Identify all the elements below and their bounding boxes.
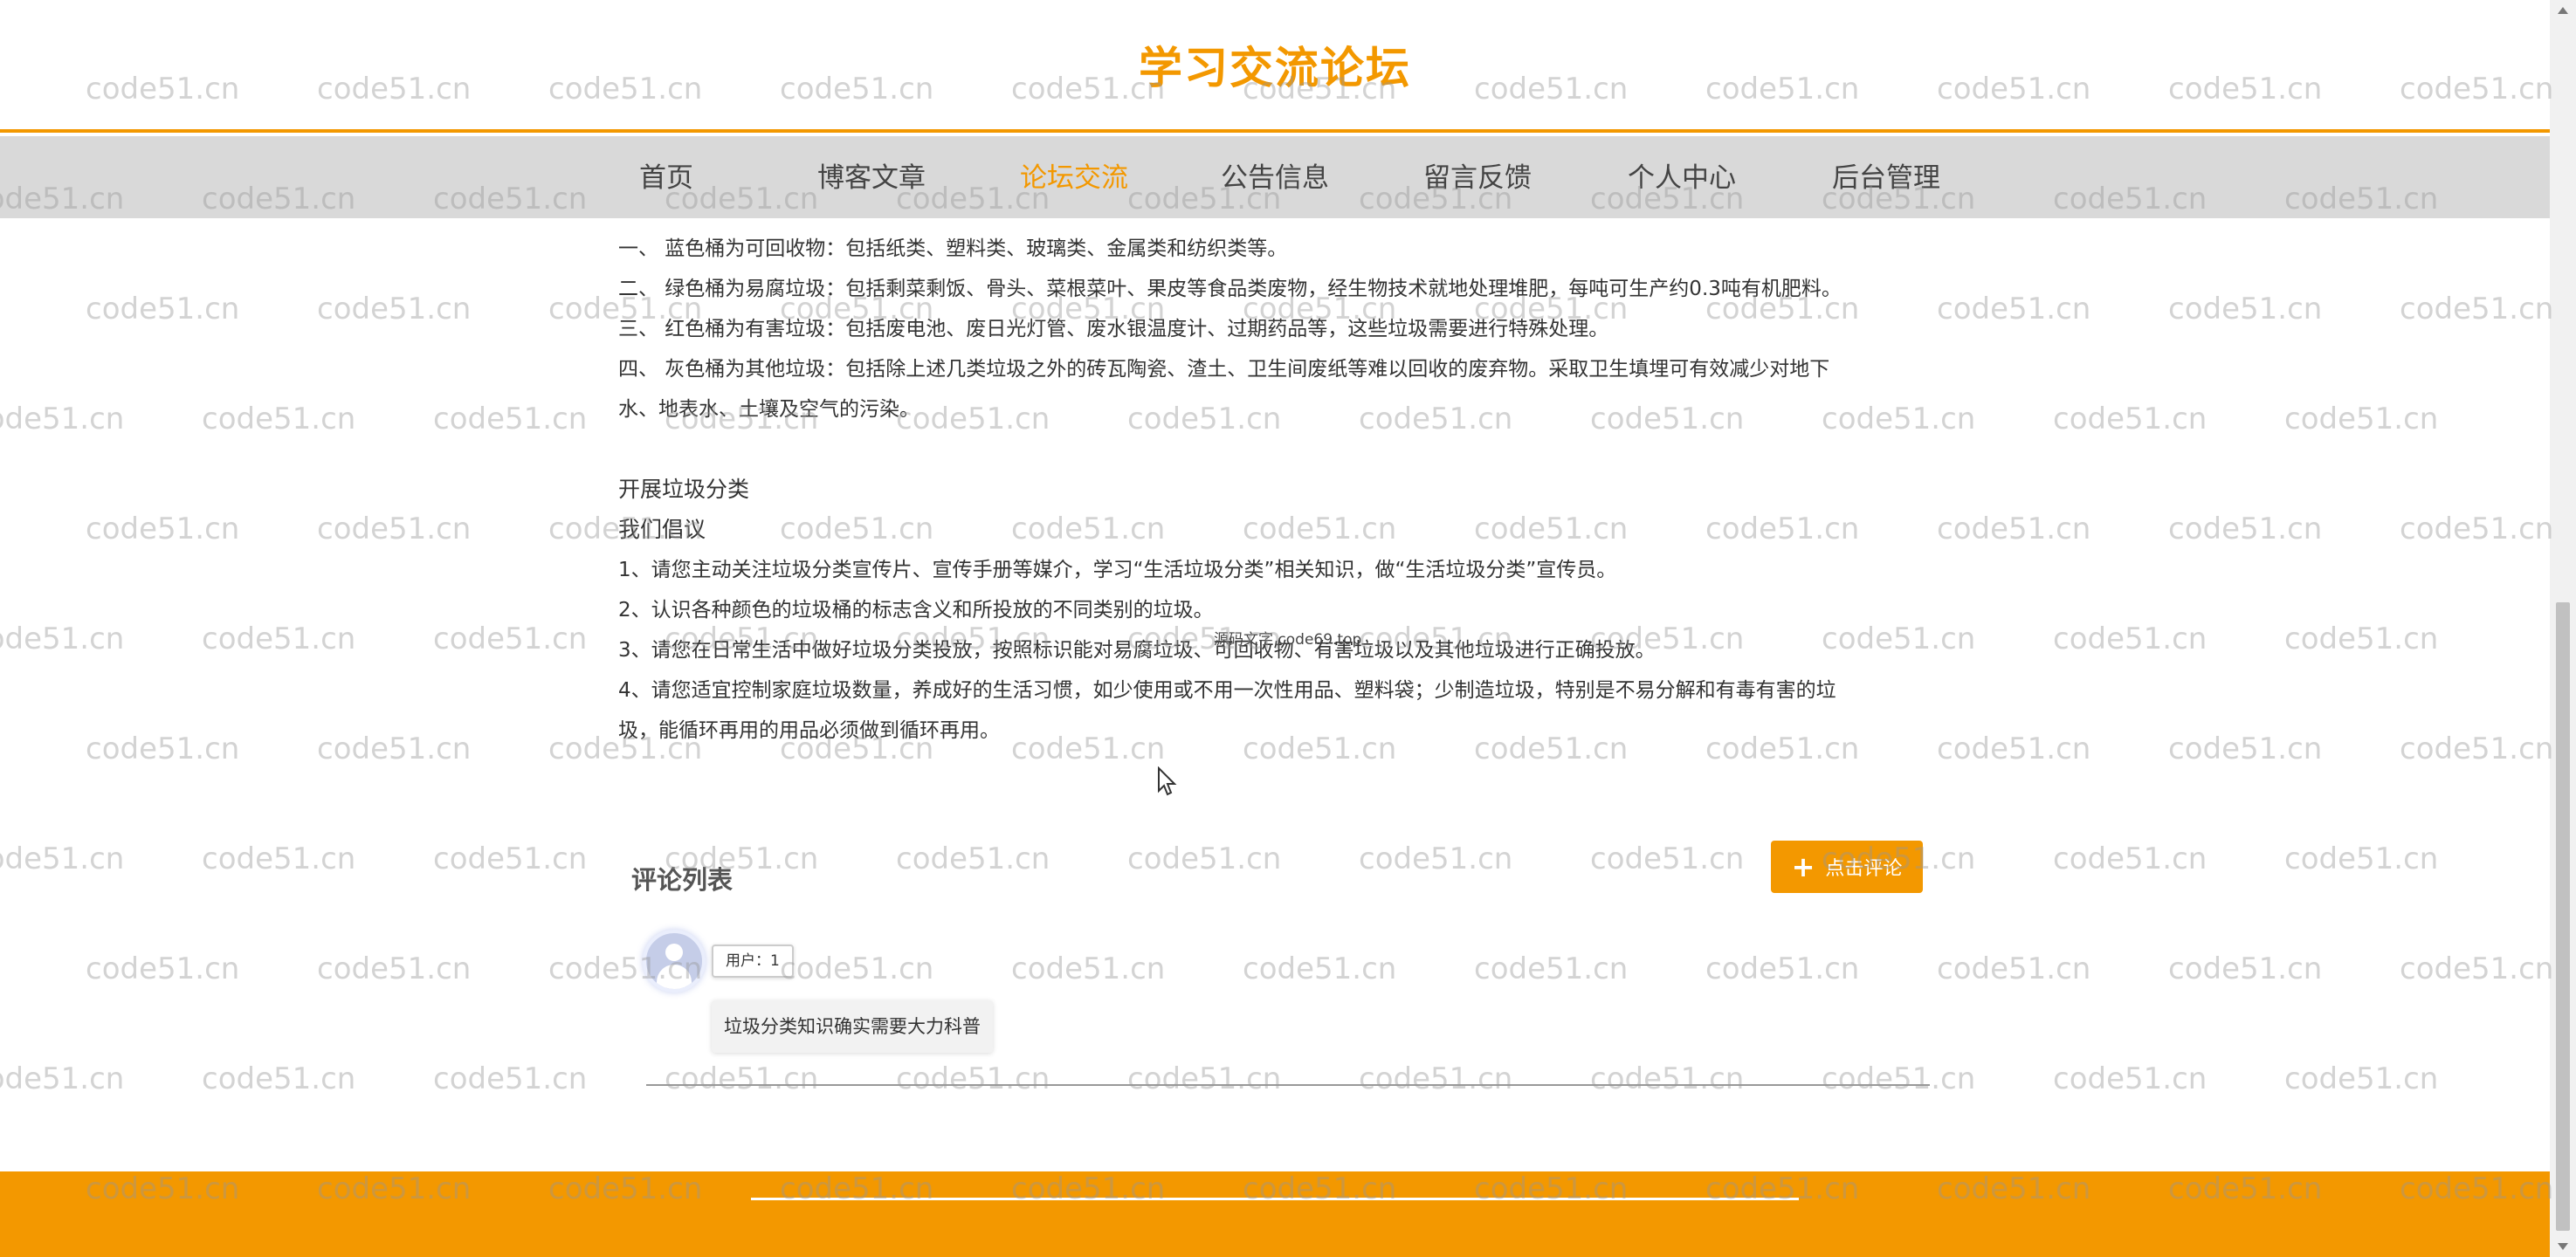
watermark-text: code51.cn bbox=[433, 622, 588, 656]
nav-profile[interactable]: 个人中心 bbox=[1628, 155, 1736, 195]
overlay-note: 源码文字 code69.top bbox=[1214, 631, 1362, 649]
bin-line-gray: 四、 灰色桶为其他垃圾：包括除上述几类垃圾之外的砖瓦陶瓷、渣土、卫生间废纸等难以… bbox=[618, 358, 1830, 381]
watermark-text: code51.cn bbox=[202, 402, 356, 436]
plus-icon: + bbox=[1791, 850, 1815, 883]
add-comment-button[interactable]: + 点击评论 bbox=[1771, 841, 1923, 893]
proposal-4-cont: 圾，能循环再用的用品必须做到循环再用。 bbox=[618, 719, 1000, 742]
nav-feedback[interactable]: 留言反馈 bbox=[1423, 155, 1532, 195]
watermark-text: code51.cn bbox=[0, 402, 125, 436]
nav-admin[interactable]: 后台管理 bbox=[1832, 155, 1940, 195]
comment-list-title: 评论列表 bbox=[631, 865, 734, 895]
footer-rule bbox=[751, 1198, 1799, 1200]
header-divider bbox=[0, 129, 2550, 133]
watermark-text: code51.cn bbox=[86, 292, 240, 326]
proposal-heading: 我们倡议 bbox=[618, 517, 706, 542]
nav-home[interactable]: 首页 bbox=[639, 155, 693, 195]
watermark-text: code51.cn bbox=[1127, 841, 1282, 876]
comment-user: 用户：1 bbox=[712, 944, 794, 978]
watermark-text: code51.cn bbox=[1590, 1061, 1745, 1096]
watermark-text: code51.cn bbox=[0, 1061, 125, 1096]
watermark-text: code51.cn bbox=[2400, 732, 2554, 766]
nav-forum[interactable]: 论坛交流 bbox=[1020, 155, 1128, 195]
watermark-text: code51.cn bbox=[86, 951, 240, 986]
watermark-text: code51.cn bbox=[2053, 1061, 2208, 1096]
watermark-text: code51.cn bbox=[0, 841, 125, 876]
watermark-text: code51.cn bbox=[1937, 512, 2091, 546]
watermark-text: code51.cn bbox=[86, 732, 240, 766]
main-nav: 首页 博客文章 论坛交流 公告信息 留言反馈 个人中心 后台管理 bbox=[0, 136, 2550, 218]
watermark-text: code51.cn bbox=[665, 1061, 819, 1096]
watermark-text: code51.cn bbox=[317, 951, 472, 986]
user-icon-head bbox=[665, 944, 683, 961]
add-comment-label: 点击评论 bbox=[1825, 858, 1903, 880]
watermark-text: code51.cn bbox=[896, 1061, 1050, 1096]
proposal-4: 4、请您适宜控制家庭垃圾数量，养成好的生活习惯，如少使用或不用一次性用品、塑料袋… bbox=[618, 679, 1836, 702]
site-title: 学习交流论坛 bbox=[1139, 43, 1411, 93]
comment-divider bbox=[646, 1084, 1930, 1086]
watermark-text: code51.cn bbox=[2168, 732, 2323, 766]
watermark-text: code51.cn bbox=[1011, 951, 1166, 986]
bin-line-gray-cont: 水、地表水、土壤及空气的污染。 bbox=[618, 398, 920, 421]
watermark-text: code51.cn bbox=[2284, 1061, 2439, 1096]
watermark-text: code51.cn bbox=[2400, 512, 2554, 546]
watermark-text: code51.cn bbox=[2400, 951, 2554, 986]
watermark-text: code51.cn bbox=[1937, 951, 2091, 986]
comment-text: 垃圾分类知识确实需要大力科普 bbox=[712, 1000, 993, 1053]
watermark-text: code51.cn bbox=[0, 622, 125, 656]
page-scrollbar[interactable] bbox=[2550, 0, 2576, 1257]
watermark-text: code51.cn bbox=[86, 512, 240, 546]
bin-line-blue: 一、 蓝色桶为可回收物：包括纸类、塑料类、玻璃类、金属类和纺织类等。 bbox=[618, 237, 1288, 260]
watermark-text: code51.cn bbox=[1937, 732, 2091, 766]
watermark-text: code51.cn bbox=[1359, 1061, 1513, 1096]
watermark-text: code51.cn bbox=[433, 402, 588, 436]
footer bbox=[0, 1171, 2550, 1257]
watermark-text: code51.cn bbox=[1590, 841, 1745, 876]
scroll-down-icon[interactable] bbox=[2558, 1243, 2568, 1250]
watermark-text: code51.cn bbox=[433, 841, 588, 876]
watermark-text: code51.cn bbox=[2053, 622, 2208, 656]
nav-blog[interactable]: 博客文章 bbox=[817, 155, 926, 195]
bin-line-green: 二、 绿色桶为易腐垃圾：包括剩菜剩饭、骨头、菜根菜叶、果皮等食品类废物，经生物技… bbox=[618, 278, 1842, 300]
watermark-text: code51.cn bbox=[1822, 1061, 1976, 1096]
watermark-text: code51.cn bbox=[1705, 951, 1860, 986]
watermark-text: code51.cn bbox=[2053, 841, 2208, 876]
nav-announcements[interactable]: 公告信息 bbox=[1221, 155, 1329, 195]
watermark-text: code51.cn bbox=[2168, 292, 2323, 326]
watermark-text: code51.cn bbox=[202, 622, 356, 656]
watermark-text: code51.cn bbox=[1243, 951, 1397, 986]
watermark-text: code51.cn bbox=[433, 1061, 588, 1096]
scroll-up-icon[interactable] bbox=[2558, 7, 2568, 14]
article-body: 一、 蓝色桶为可回收物：包括纸类、塑料类、玻璃类、金属类和纺织类等。 二、 绿色… bbox=[618, 229, 1928, 751]
mouse-cursor-icon bbox=[1158, 766, 1177, 796]
watermark-text: code51.cn bbox=[2168, 512, 2323, 546]
watermark-text: code51.cn bbox=[1127, 1061, 1282, 1096]
watermark-text: code51.cn bbox=[2284, 841, 2439, 876]
watermark-text: code51.cn bbox=[2168, 951, 2323, 986]
watermark-text: code51.cn bbox=[2400, 292, 2554, 326]
watermark-text: code51.cn bbox=[202, 1061, 356, 1096]
watermark-text: code51.cn bbox=[780, 951, 934, 986]
watermark-text: code51.cn bbox=[1937, 292, 2091, 326]
watermark-text: code51.cn bbox=[317, 512, 472, 546]
watermark-text: code51.cn bbox=[2284, 402, 2439, 436]
bin-line-red: 三、 红色桶为有害垃圾：包括废电池、废日光灯管、废水银温度计、过期药品等，这些垃… bbox=[618, 318, 1609, 340]
watermark-text: code51.cn bbox=[317, 732, 472, 766]
watermark-text: code51.cn bbox=[202, 841, 356, 876]
article-subheading: 开展垃圾分类 bbox=[618, 477, 750, 502]
avatar bbox=[643, 930, 706, 993]
proposal-2: 2、认识各种颜色的垃圾桶的标志含义和所投放的不同类别的垃圾。 bbox=[618, 599, 1214, 622]
watermark-text: code51.cn bbox=[317, 292, 472, 326]
scroll-thumb[interactable] bbox=[2556, 602, 2570, 1231]
proposal-1: 1、请您主动关注垃圾分类宣传片、宣传手册等媒介，学习“生活垃圾分类”相关知识，做… bbox=[618, 559, 1617, 581]
watermark-text: code51.cn bbox=[2053, 402, 2208, 436]
watermark-text: code51.cn bbox=[2284, 622, 2439, 656]
user-icon-body bbox=[657, 965, 692, 989]
watermark-text: code51.cn bbox=[1474, 951, 1629, 986]
watermark-text: code51.cn bbox=[896, 841, 1050, 876]
watermark-text: code51.cn bbox=[1359, 841, 1513, 876]
